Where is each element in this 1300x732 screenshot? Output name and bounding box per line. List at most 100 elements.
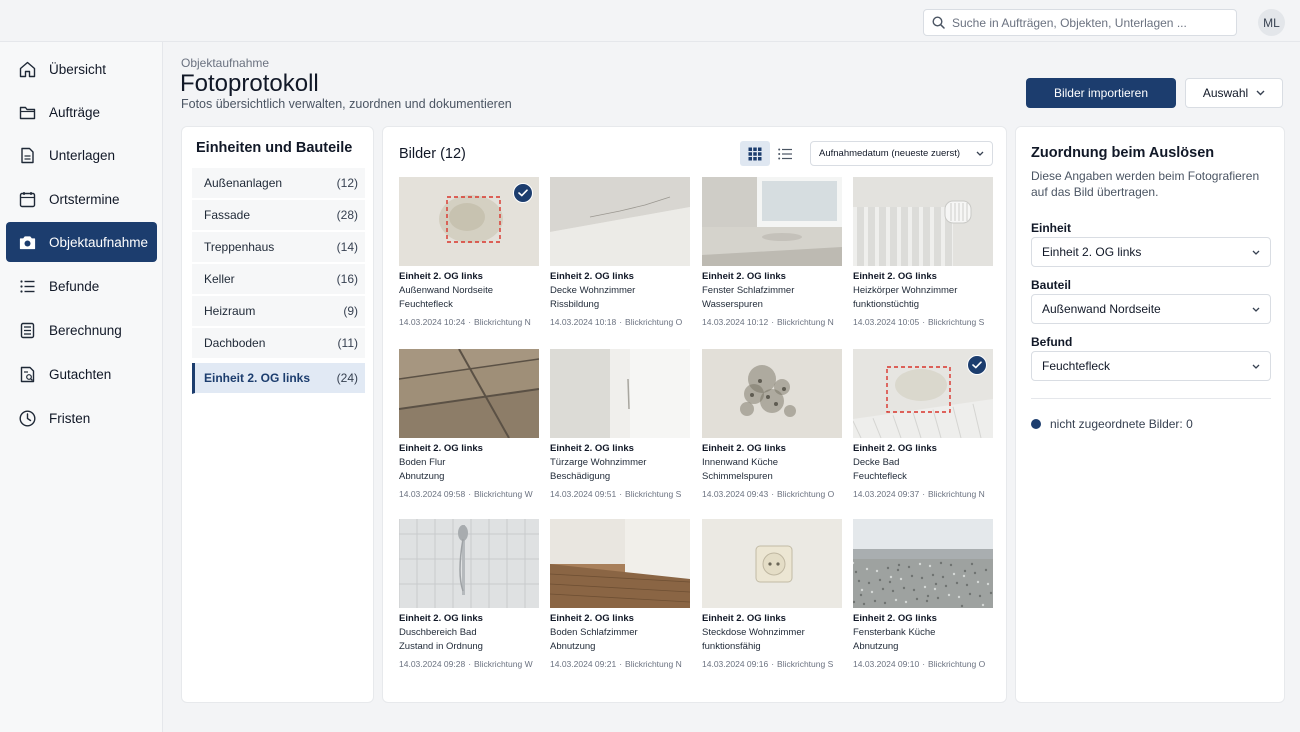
photo-part: Türzarge Wohnzimmer [550,457,647,468]
unit-row[interactable]: Heizraum (9) [192,296,365,327]
unit-row[interactable]: Einheit 2. OG links (24) [192,363,365,394]
photo-card[interactable]: Einheit 2. OG links Boden Schlafzimmer Abn… [550,519,690,681]
document-icon [21,147,34,163]
chevron-down-icon [976,151,984,156]
photo-part: Außenwand Nordseite [399,285,493,296]
photo-direction: Blickrichtung O [625,317,683,327]
photo-card[interactable]: Einheit 2. OG links Duschbereich Bad Zusta… [399,519,539,681]
photo-part: Fensterbank Küche [853,627,936,638]
import-images-button[interactable]: Bilder importieren [1026,78,1176,108]
sidebar-item-label: Unterlagen [49,147,116,163]
sidebar-item-fristen[interactable]: Fristen [6,398,157,438]
photo-card[interactable]: Einheit 2. OG links Heizkörper Wohnzimmer… [853,177,993,339]
meta-separator: · [619,489,623,499]
unit-field-label: Einheit [1031,221,1072,235]
unit-row[interactable]: Keller (16) [192,264,365,295]
photo-meta: 14.03.2024 09:16 · Blickrichtung S [702,659,842,669]
photo-finding: Zustand in Ordnung [399,641,483,652]
photo-thumbnail [399,177,539,266]
camera-icon [19,235,36,249]
photo-card[interactable]: Einheit 2. OG links Fensterbank Küche Abnu… [853,519,993,681]
photo-card[interactable]: Einheit 2. OG links Decke Bad Feuchtefleck… [853,349,993,511]
checkmark-icon[interactable] [967,355,987,375]
photo-card[interactable]: Einheit 2. OG links Boden Flur Abnutzung 14… [399,349,539,511]
sidebar-item-befunde[interactable]: Befunde [6,266,157,306]
photo-unit: Einheit 2. OG links [399,271,483,282]
search-input[interactable] [952,15,1222,30]
photo-unit: Einheit 2. OG links [399,443,483,454]
photo-finding: funktionstüchtig [853,299,920,310]
assignment-panel: Zuordnung beim Auslösen Diese Angaben we… [1015,126,1285,703]
photo-timestamp: 14.03.2024 09:16 [702,659,769,669]
photo-direction: Blickrichtung W [474,659,533,669]
photo-timestamp: 14.03.2024 09:58 [399,489,466,499]
unit-row-label: Treppenhaus [204,240,275,254]
sidebar-item-objektaufnahme[interactable]: Objektaufnahme [6,222,157,262]
sidebar-item-auftraege[interactable]: Aufträge [6,92,157,132]
photo-part: Duschbereich Bad [399,627,477,638]
photo-thumbnail [550,349,690,438]
sidebar-item-uebersicht[interactable]: Übersicht [6,49,157,89]
part-select-value: Außenwand Nordseite [1042,302,1161,316]
list-view-button[interactable] [770,141,800,166]
meta-separator: · [922,659,926,669]
report-icon [20,366,35,382]
unit-row[interactable]: Außenanlagen (12) [192,168,365,199]
photo-part: Heizkörper Wohnzimmer [853,285,958,296]
chevron-down-icon [1252,250,1260,255]
photo-card[interactable]: Einheit 2. OG links Decke Wohnzimmer Rissb… [550,177,690,339]
photo-finding: Feuchtefleck [399,299,453,310]
photo-meta: 14.03.2024 09:10 · Blickrichtung O [853,659,993,669]
sidebar-item-label: Gutachten [49,366,112,382]
sidebar-item-berechnung[interactable]: Berechnung [6,310,157,350]
unit-select-value: Einheit 2. OG links [1042,245,1142,259]
part-select[interactable]: Außenwand Nordseite [1031,294,1271,324]
photo-part: Boden Schlafzimmer [550,627,638,638]
avatar[interactable]: ML [1258,9,1285,36]
photo-card[interactable]: Einheit 2. OG links Außenwand Nordseite Fe… [399,177,539,339]
unit-select[interactable]: Einheit 2. OG links [1031,237,1271,267]
photo-thumbnail [399,349,539,438]
photo-meta: 14.03.2024 09:51 · Blickrichtung S [550,489,690,499]
photo-thumbnail [853,349,993,438]
meta-separator: · [922,489,926,499]
photo-direction: Blickrichtung W [474,489,533,499]
unit-row[interactable]: Dachboden (11) [192,328,365,359]
unit-row[interactable]: Fassade (28) [192,200,365,231]
finding-select[interactable]: Feuchtefleck [1031,351,1271,381]
photo-card[interactable]: Einheit 2. OG links Innenwand Küche Schimm… [702,349,842,511]
unit-row-label: Fassade [204,208,251,222]
sort-select[interactable]: Aufnahmedatum (neueste zuerst) [810,141,993,166]
sidebar-item-label: Aufträge [49,104,101,120]
photo-finding: Rissbildung [550,299,600,310]
part-field-label: Bauteil [1031,278,1072,292]
sidebar-item-ortstermine[interactable]: Ortstermine [6,179,157,219]
sidebar-item-gutachten[interactable]: Gutachten [6,354,157,394]
sort-select-value: Aufnahmedatum (neueste zuerst) [819,148,960,159]
photo-meta: 14.03.2024 10:12 · Blickrichtung N [702,317,842,327]
unit-row-label: Keller [204,272,235,286]
photo-card[interactable]: Einheit 2. OG links Fenster Schlafzimmer W… [702,177,842,339]
chevron-down-icon [1252,307,1260,312]
photo-part: Steckdose Wohnzimmer [702,627,805,638]
photo-unit: Einheit 2. OG links [853,443,937,454]
photo-card[interactable]: Einheit 2. OG links Steckdose Wohnzimmer f… [702,519,842,681]
search-box[interactable] [923,9,1237,36]
photo-unit: Einheit 2. OG links [399,613,483,624]
search-icon [932,16,945,29]
list-view-icon [778,148,792,159]
finding-field-label: Befund [1031,335,1073,349]
photo-unit: Einheit 2. OG links [853,613,937,624]
calendar-icon [19,191,36,207]
meta-separator: · [619,659,623,669]
checkmark-icon[interactable] [513,183,533,203]
grid-view-button[interactable] [740,141,770,166]
photo-card[interactable]: Einheit 2. OG links Türzarge Wohnzimmer Be… [550,349,690,511]
sidebar-item-unterlagen[interactable]: Unterlagen [6,135,157,175]
selection-button[interactable]: Auswahl [1185,78,1283,108]
photo-timestamp: 14.03.2024 10:05 [853,317,920,327]
sidebar-item-label: Objektaufnahme [49,234,149,250]
unit-row[interactable]: Treppenhaus (14) [192,232,365,263]
meta-separator: · [619,317,623,327]
units-panel-title: Einheiten und Bauteile [196,140,353,156]
